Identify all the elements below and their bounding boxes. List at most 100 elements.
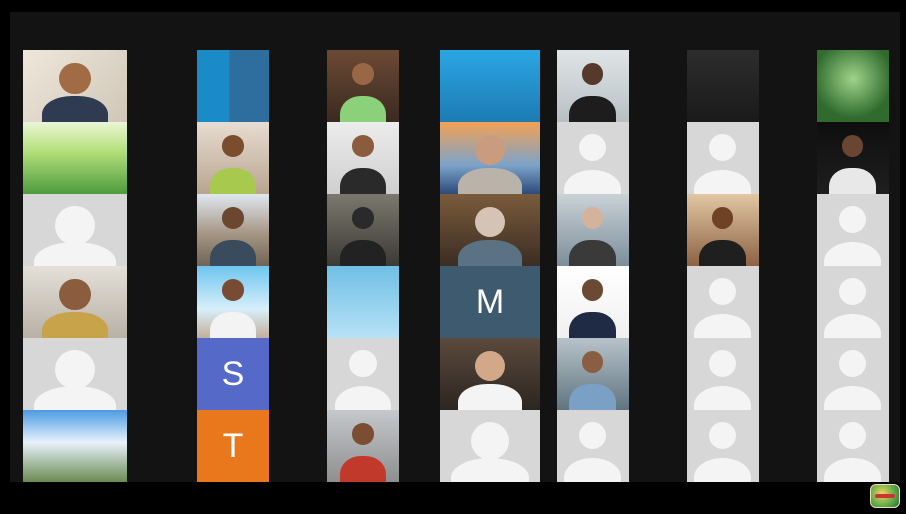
person-face [352,134,374,157]
default-avatar-head-icon [708,133,737,161]
participant-tile-avatar[interactable] [816,410,889,482]
participant-tile-avatar[interactable] [686,266,759,338]
person-face [59,62,91,95]
default-avatar-head-icon [708,349,737,377]
top-letterbox [0,0,906,12]
participant-tile-video[interactable] [686,50,759,122]
participant-tile-avatar[interactable] [556,122,629,194]
participant-tile-initial[interactable]: S [197,338,269,410]
person-silhouette [339,96,387,122]
person-silhouette [209,240,257,266]
person-face [475,350,505,381]
participant-tile-video[interactable] [197,194,269,266]
default-avatar-head-icon [578,133,607,161]
participant-tile-video[interactable] [556,338,629,410]
participant-tile-avatar[interactable] [23,338,127,410]
participant-tile-video[interactable] [327,194,399,266]
participant-tile-avatar[interactable] [440,410,540,482]
participant-tile-avatar[interactable] [686,410,759,482]
participant-tile-video[interactable] [440,50,540,122]
person-face [352,422,374,445]
person-silhouette [209,312,257,338]
participant-tile-video[interactable] [23,266,127,338]
participant-tile-video[interactable] [816,122,889,194]
participant-tile-video[interactable] [197,122,269,194]
person-face [59,278,91,311]
default-avatar-head-icon [838,421,867,449]
default-avatar-head-icon [471,421,509,460]
participant-tile-video[interactable] [23,50,127,122]
person-silhouette [458,168,522,194]
participant-tile-video[interactable] [686,194,759,266]
participant-tile-video[interactable] [816,50,889,122]
participant-tile-video[interactable] [327,410,399,482]
person-face [352,206,374,229]
default-avatar-head-icon [349,349,377,377]
default-avatar-shoulders-icon [694,457,751,482]
default-avatar-head-icon [838,349,867,377]
person-face [352,62,374,85]
participant-tile-avatar[interactable] [816,194,889,266]
participant-tile-video[interactable] [197,50,269,122]
person-face [581,278,604,301]
participant-tile-video[interactable] [440,338,540,410]
default-avatar-shoulders-icon [694,169,751,194]
default-avatar-shoulders-icon [334,385,392,410]
participant-gallery-grid: M ST [10,50,890,482]
participant-tile-video[interactable] [440,194,540,266]
person-face [581,350,604,373]
participant-tile-avatar[interactable] [816,266,889,338]
participant-tile-video[interactable] [327,50,399,122]
participant-tile-avatar[interactable] [327,338,399,410]
event-logo-icon [870,484,900,508]
person-silhouette [339,456,387,482]
video-feed [327,266,399,338]
person-face [581,62,604,85]
person-silhouette [458,240,522,266]
participant-tile-video[interactable] [556,50,629,122]
person-face [475,134,505,165]
default-avatar-shoulders-icon [824,457,881,482]
participant-tile-avatar[interactable] [686,122,759,194]
participant-tile-video[interactable] [440,122,540,194]
person-silhouette [569,96,616,122]
default-avatar-shoulders-icon [824,385,881,410]
person-silhouette [209,168,257,194]
default-avatar-shoulders-icon [694,385,751,410]
participant-tile-video[interactable] [556,194,629,266]
default-avatar-head-icon [838,205,867,233]
default-avatar-shoulders-icon [694,313,751,338]
person-face [222,278,244,301]
default-avatar-shoulders-icon [564,457,621,482]
participant-tile-initial[interactable]: T [197,410,269,482]
default-avatar-shoulders-icon [824,313,881,338]
person-silhouette [458,384,522,410]
participant-tile-video[interactable] [197,266,269,338]
participant-tile-video[interactable] [327,266,399,338]
person-face [222,206,244,229]
video-feed [816,50,889,122]
video-feed [23,410,127,482]
participant-tile-avatar[interactable] [23,194,127,266]
participant-tile-video[interactable] [556,266,629,338]
participant-tile-initial[interactable]: M [440,266,540,338]
default-avatar-shoulders-icon [34,385,116,410]
default-avatar-head-icon [708,277,737,305]
person-silhouette [41,96,109,122]
person-silhouette [41,312,109,338]
person-silhouette [569,312,616,338]
person-silhouette [339,168,387,194]
person-silhouette [569,240,616,266]
participant-tile-avatar[interactable] [816,338,889,410]
participant-tile-video[interactable] [327,122,399,194]
person-face [711,206,734,229]
bottom-letterbox [0,482,906,514]
participant-tile-avatar[interactable] [686,338,759,410]
participant-tile-avatar[interactable] [556,410,629,482]
default-avatar-head-icon [55,349,95,390]
participant-initial: T [222,426,244,465]
person-face [581,206,604,229]
participant-tile-video[interactable] [23,122,127,194]
participant-tile-video[interactable] [23,410,127,482]
person-face [475,206,505,237]
